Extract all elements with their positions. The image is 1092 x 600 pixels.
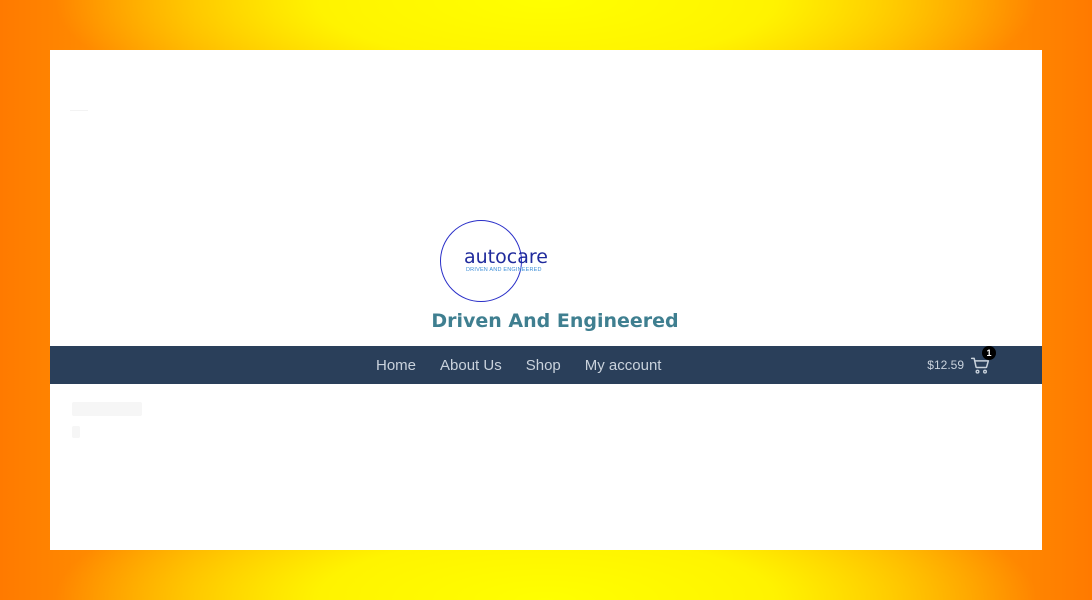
logo-tagline: DRIVEN AND ENGINEERED xyxy=(466,267,542,273)
nav-item-shop[interactable]: Shop xyxy=(526,357,561,374)
site-tagline: Driven And Engineered xyxy=(431,310,679,332)
nav-item-home[interactable]: Home xyxy=(376,357,416,374)
site-branding: autocare DRIVEN AND ENGINEERED Driven An… xyxy=(390,220,720,340)
faint-divider xyxy=(70,110,88,121)
nav-item-my-account[interactable]: My account xyxy=(585,357,662,374)
cart-count-badge: 1 xyxy=(982,346,996,360)
header-cart[interactable]: $12.59 1 xyxy=(927,346,996,384)
faint-content-mark xyxy=(72,426,80,438)
nav-item-about-us[interactable]: About Us xyxy=(440,357,502,374)
faint-content-line xyxy=(72,402,142,416)
logo-wordmark[interactable]: autocare xyxy=(464,246,548,268)
nav-menu: Home About Us Shop My account xyxy=(376,346,685,384)
cart-total[interactable]: $12.59 xyxy=(927,358,964,372)
browser-page: autocare DRIVEN AND ENGINEERED Driven An… xyxy=(50,50,1042,550)
primary-navbar: Home About Us Shop My account $12.59 1 xyxy=(50,346,1042,384)
cart-icon[interactable]: 1 xyxy=(970,346,996,375)
